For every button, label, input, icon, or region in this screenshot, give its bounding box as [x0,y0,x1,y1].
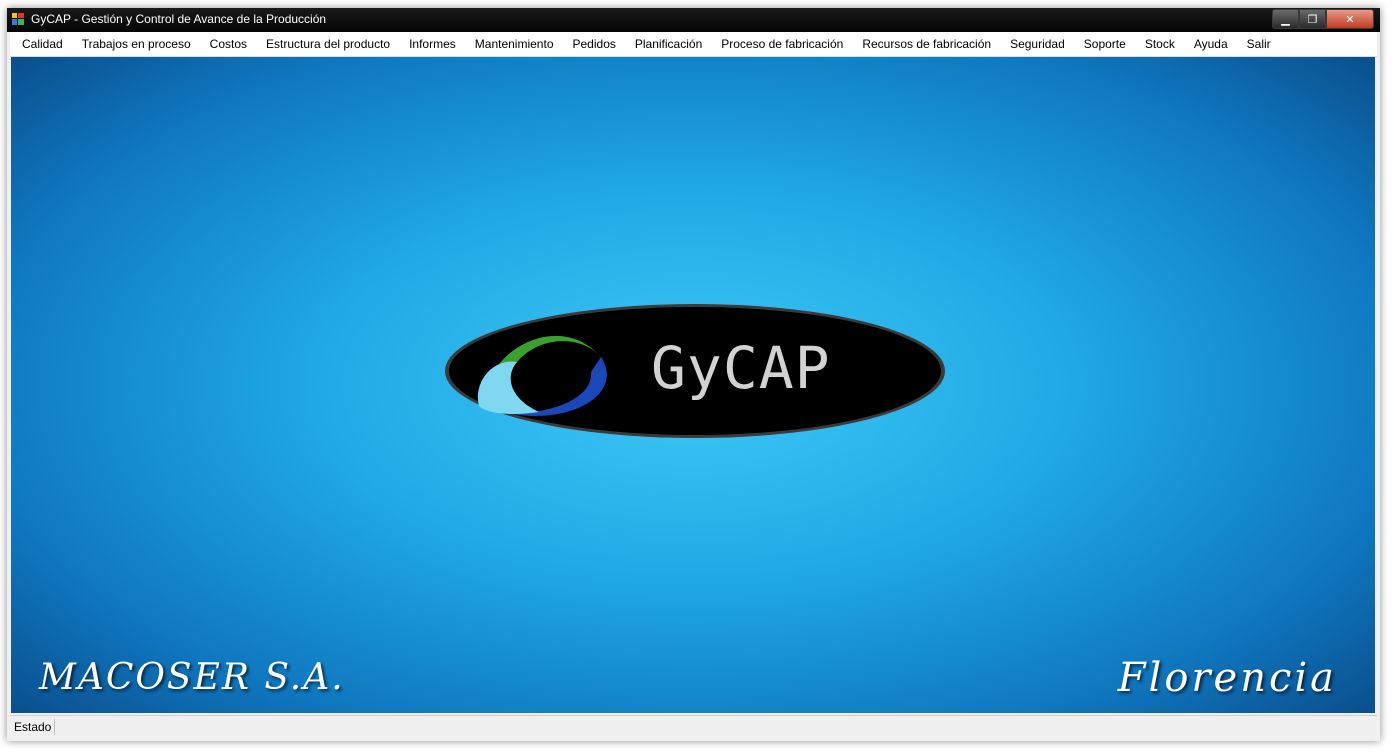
maximize-button[interactable]: ❐ [1299,9,1326,29]
splash-background: GyCAP MACOSER S.A. Florencia [11,57,1375,713]
menu-item-planificacion[interactable]: Planificación [625,33,711,55]
status-bar: Estado [10,715,1377,738]
window-title: GyCAP - Gestión y Control de Avance de l… [31,12,327,26]
status-label: Estado [14,720,52,734]
menu-item-trabajos-en-proceso[interactable]: Trabajos en proceso [72,33,200,55]
menu-item-seguridad[interactable]: Seguridad [1000,33,1074,55]
status-separator [54,719,55,735]
menu-item-informes[interactable]: Informes [399,33,465,55]
gycap-logo-text: GyCAP [651,334,831,402]
menu-item-costos[interactable]: Costos [200,33,256,55]
menu-bar: Calidad Trabajos en proceso Costos Estru… [10,32,1377,57]
menu-item-ayuda[interactable]: Ayuda [1184,33,1237,55]
menu-item-calidad[interactable]: Calidad [10,33,72,55]
menu-item-salir[interactable]: Salir [1237,33,1280,55]
menu-item-stock[interactable]: Stock [1135,33,1184,55]
minimize-button[interactable]: ▁ [1272,9,1299,29]
main-window: GyCAP - Gestión y Control de Avance de l… [7,8,1380,741]
close-button[interactable]: ✕ [1326,9,1374,29]
title-bar[interactable]: GyCAP - Gestión y Control de Avance de l… [7,8,1380,32]
menu-item-pedidos[interactable]: Pedidos [563,33,625,55]
menu-item-estructura-del-producto[interactable]: Estructura del producto [256,33,399,55]
close-icon: ✕ [1345,12,1355,26]
menu-item-proceso-de-fabricacion[interactable]: Proceso de fabricación [711,33,852,55]
location-name: Florencia [1117,655,1337,701]
app-window-icon [12,13,24,25]
menu-item-mantenimiento[interactable]: Mantenimiento [465,33,563,55]
menu-item-recursos-de-fabricacion[interactable]: Recursos de fabricación [852,33,1000,55]
restore-icon: ❐ [1307,12,1318,26]
window-controls: ▁ ❐ ✕ [1272,9,1374,29]
company-name: MACOSER S.A. [39,657,345,698]
minimize-icon: ▁ [1281,12,1290,26]
menu-item-soporte[interactable]: Soporte [1074,33,1135,55]
